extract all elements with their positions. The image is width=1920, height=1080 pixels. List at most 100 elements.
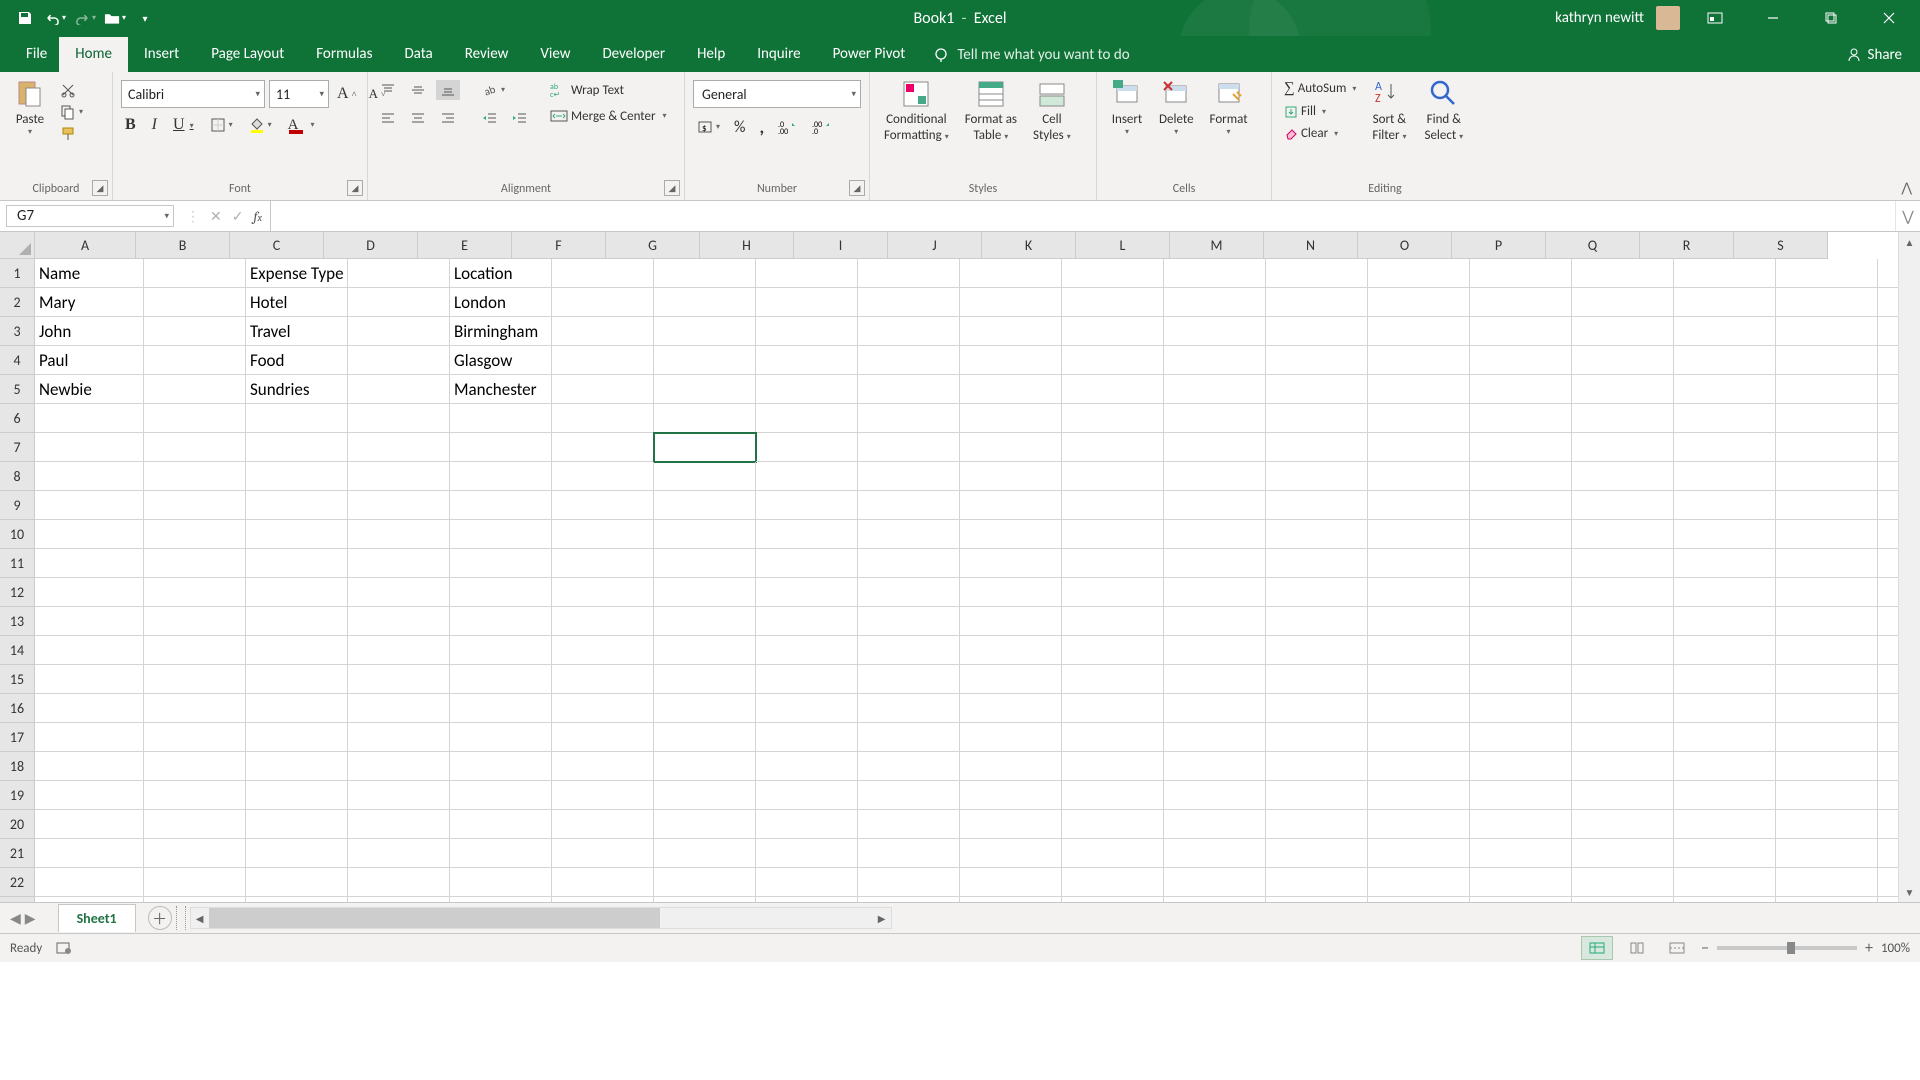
normal-view-button[interactable] (1581, 936, 1613, 960)
cell[interactable] (348, 520, 450, 549)
cell[interactable] (1674, 259, 1776, 288)
cell[interactable] (1164, 317, 1266, 346)
cell[interactable] (756, 520, 858, 549)
cell[interactable] (654, 723, 756, 752)
conditional-formatting-button[interactable]: ConditionalFormatting ▾ (878, 76, 955, 145)
cell[interactable] (1266, 723, 1368, 752)
cell[interactable] (756, 723, 858, 752)
cell[interactable] (1674, 578, 1776, 607)
cell[interactable] (1368, 259, 1470, 288)
cell[interactable] (960, 810, 1062, 839)
cell[interactable] (858, 723, 960, 752)
cell[interactable] (246, 404, 348, 433)
cell[interactable] (858, 346, 960, 375)
cell[interactable] (1266, 520, 1368, 549)
cell[interactable] (756, 694, 858, 723)
cell[interactable] (552, 578, 654, 607)
number-format-select[interactable]: General▾ (693, 80, 861, 108)
fill-button[interactable]: Fill▾ (1280, 102, 1360, 121)
cell[interactable] (1776, 578, 1878, 607)
row-header[interactable]: 20 (0, 810, 35, 839)
decrease-indent-button[interactable] (478, 108, 502, 128)
cell[interactable] (1470, 404, 1572, 433)
row-header[interactable]: 17 (0, 723, 35, 752)
cell[interactable] (858, 781, 960, 810)
cell[interactable] (654, 288, 756, 317)
font-name-select[interactable]: Calibri▾ (121, 80, 265, 108)
cell[interactable] (1776, 781, 1878, 810)
cell[interactable] (1674, 317, 1776, 346)
cell[interactable] (552, 288, 654, 317)
cell[interactable] (144, 694, 246, 723)
cell[interactable] (654, 839, 756, 868)
cell[interactable] (144, 433, 246, 462)
tab-scroll-separator[interactable] (176, 906, 186, 930)
cell[interactable] (1062, 607, 1164, 636)
cell[interactable] (348, 810, 450, 839)
cell[interactable] (348, 665, 450, 694)
cell[interactable] (35, 607, 144, 636)
cell[interactable] (1572, 375, 1674, 404)
cell[interactable] (35, 781, 144, 810)
font-launcher[interactable]: ◢ (347, 180, 363, 196)
cell[interactable] (1062, 317, 1164, 346)
orientation-button[interactable]: ab▾ (478, 80, 509, 100)
cell[interactable] (144, 520, 246, 549)
cell[interactable] (35, 462, 144, 491)
cell[interactable] (144, 665, 246, 694)
column-header[interactable]: M (1170, 232, 1264, 259)
tab-formulas[interactable]: Formulas (300, 37, 388, 72)
cell[interactable] (654, 375, 756, 404)
cell[interactable]: Newbie (35, 375, 144, 404)
cell[interactable] (1470, 694, 1572, 723)
insert-function-button[interactable]: fx (253, 208, 261, 225)
row-header[interactable]: 18 (0, 752, 35, 781)
cell[interactable] (1572, 868, 1674, 897)
cell[interactable] (1266, 317, 1368, 346)
sort-filter-button[interactable]: AZSort &Filter ▾ (1366, 76, 1412, 145)
cell[interactable] (1572, 752, 1674, 781)
cell[interactable] (552, 462, 654, 491)
cell[interactable] (960, 578, 1062, 607)
cell[interactable] (960, 723, 1062, 752)
ribbon-display-options-icon[interactable] (1692, 0, 1738, 36)
cell[interactable] (1266, 259, 1368, 288)
cell[interactable] (1266, 462, 1368, 491)
cell[interactable] (960, 346, 1062, 375)
cell[interactable] (246, 433, 348, 462)
cell[interactable] (1776, 259, 1878, 288)
cell[interactable]: Mary (35, 288, 144, 317)
cell[interactable] (1470, 317, 1572, 346)
cell[interactable]: London (450, 288, 552, 317)
cell[interactable] (450, 694, 552, 723)
cell[interactable] (1368, 636, 1470, 665)
cell[interactable] (756, 810, 858, 839)
cell[interactable] (756, 491, 858, 520)
cell[interactable] (858, 607, 960, 636)
cell[interactable] (144, 404, 246, 433)
cell[interactable] (348, 839, 450, 868)
name-box[interactable]: G7▾ (6, 205, 174, 227)
cell[interactable] (1164, 375, 1266, 404)
cell[interactable] (1164, 491, 1266, 520)
cell[interactable] (144, 491, 246, 520)
cell[interactable] (858, 462, 960, 491)
cell[interactable] (1572, 520, 1674, 549)
scroll-down-icon[interactable]: ▼ (1899, 882, 1920, 902)
cell[interactable] (35, 868, 144, 897)
cell[interactable] (1062, 665, 1164, 694)
cell[interactable] (1164, 346, 1266, 375)
align-bottom-button[interactable] (436, 80, 460, 100)
clipboard-launcher[interactable]: ◢ (92, 180, 108, 196)
cell[interactable] (1572, 288, 1674, 317)
cell[interactable] (1266, 404, 1368, 433)
cell[interactable] (348, 549, 450, 578)
cell[interactable] (858, 810, 960, 839)
format-painter-button[interactable] (56, 124, 87, 144)
insert-cells-button[interactable]: Insert▾ (1105, 76, 1149, 139)
cell[interactable] (35, 549, 144, 578)
cell[interactable] (450, 404, 552, 433)
cell[interactable] (35, 839, 144, 868)
column-header[interactable]: Q (1546, 232, 1640, 259)
cell[interactable] (144, 636, 246, 665)
